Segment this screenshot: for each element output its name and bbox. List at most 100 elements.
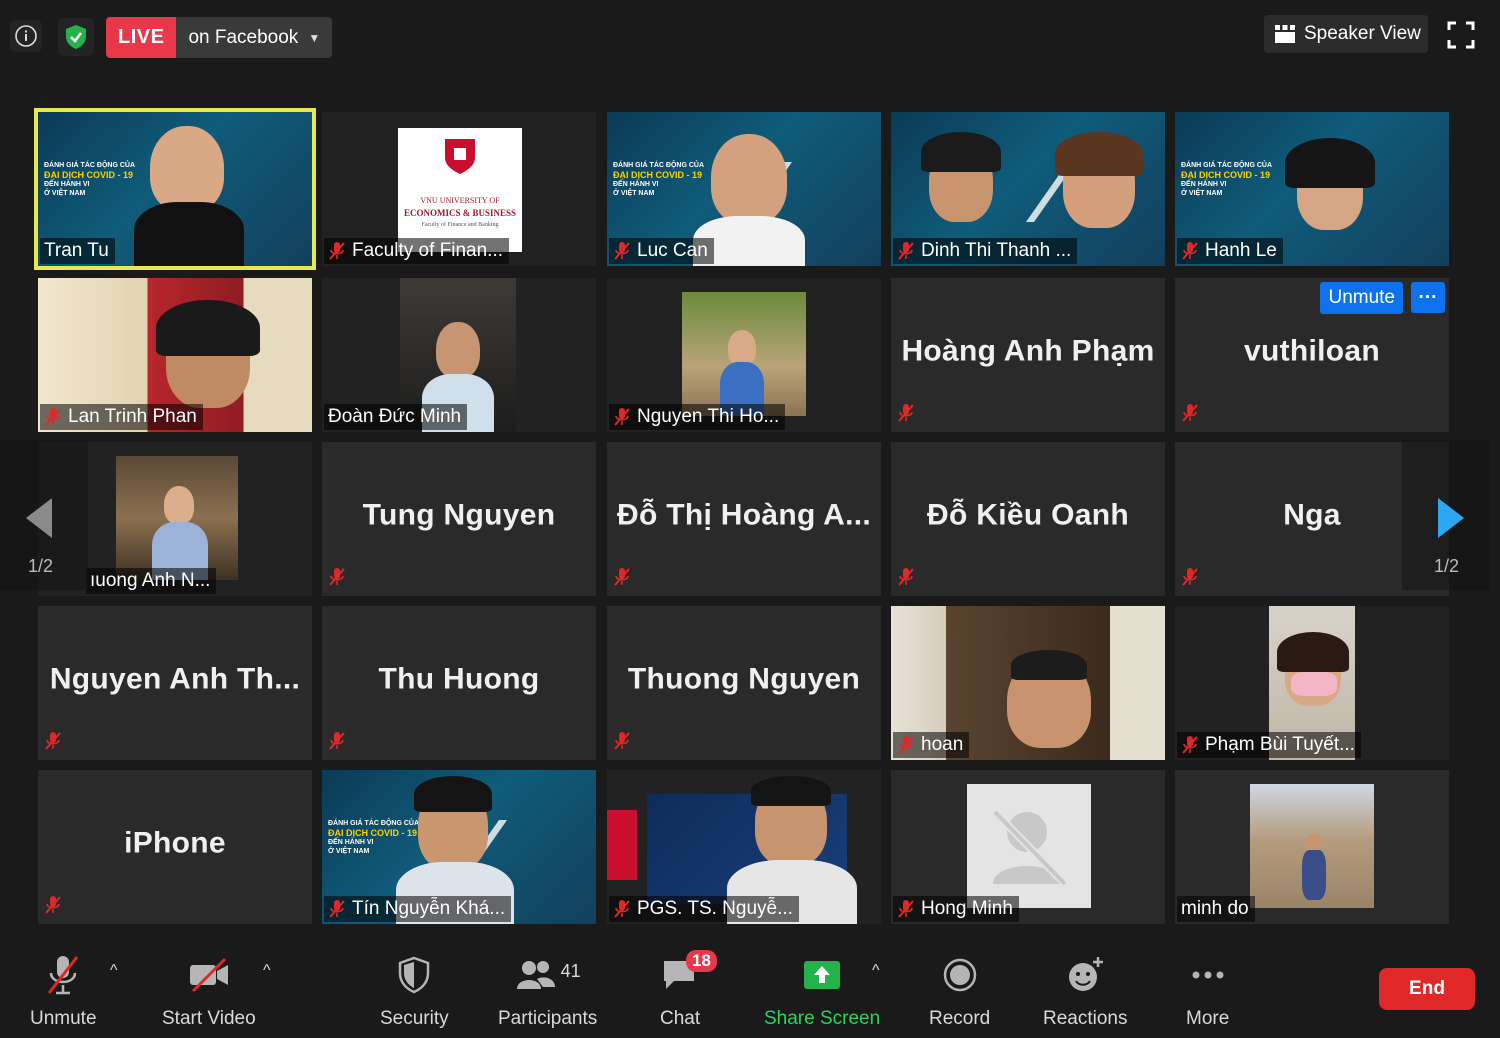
participant-name: Phạm Bùi Tuyết... (1177, 732, 1361, 758)
participant-tile[interactable]: Unmute ··· vuthiloan (1175, 278, 1449, 432)
participant-tile[interactable]: Phạm Bùi Tuyết... (1175, 606, 1449, 760)
fullscreen-button[interactable] (1446, 20, 1476, 50)
participant-tile[interactable]: ĐÁNH GIÁ TÁC ĐỘNG CỦA ĐẠI DỊCH COVID - 19… (607, 112, 881, 266)
meeting-toolbar: Unmute ^ Start Video ^ Security 41 Parti… (0, 940, 1500, 1038)
end-meeting-button[interactable]: End (1379, 968, 1475, 1010)
share-screen-button[interactable]: Share Screen (764, 952, 880, 1030)
speaker-view-button[interactable]: Speaker View (1264, 15, 1428, 53)
participant-name: hoan (893, 732, 970, 758)
video-off-icon (189, 957, 228, 993)
event-banner: ĐÁNH GIÁ TÁC ĐỘNG CỦA ĐẠI DỊCH COVID - 19… (44, 162, 135, 197)
participant-grid: ĐÁNH GIÁ TÁC ĐỘNG CỦA ĐẠI DỊCH COVID - 19… (34, 108, 1450, 924)
participant-tile[interactable]: Thuong Nguyen (607, 606, 881, 760)
participant-tile[interactable]: ĐÁNH GIÁ TÁC ĐỘNG CỦA ĐẠI DỊCH COVID - 19… (1175, 112, 1449, 266)
participant-tile[interactable]: Đỗ Thị Hoàng A... (607, 442, 881, 596)
participant-tile[interactable]: Thu Huong (322, 606, 596, 760)
participant-tile[interactable]: iPhone (38, 770, 312, 924)
muted-mic-icon (614, 242, 630, 260)
share-screen-icon (804, 961, 841, 989)
participant-display-name: Nguyen Anh Th... (49, 662, 301, 696)
participant-tile[interactable]: hoan (891, 606, 1165, 760)
page-indicator-right: 1/2 (1434, 556, 1460, 576)
muted-mic-icon (1181, 403, 1199, 428)
participant-display-name: Tung Nguyen (362, 498, 556, 532)
participant-tile[interactable]: Nguyen Anh Th... (38, 606, 312, 760)
muted-mic-icon (1182, 736, 1198, 754)
participant-name: Luc Can (609, 238, 714, 264)
participant-name: minh do (1177, 896, 1255, 922)
event-banner: ĐÁNH GIÁ TÁC ĐỘNG CỦA ĐẠI DỊCH COVID - 19… (613, 162, 704, 197)
audio-options-caret[interactable]: ^ (110, 962, 118, 980)
tile-unmute-button[interactable]: Unmute (1320, 282, 1403, 314)
university-shield-icon (445, 139, 475, 174)
live-platform-label: on Facebook (188, 26, 299, 48)
participant-name: ıuong Anh N... (86, 568, 217, 594)
hidden-user-icon (992, 809, 1068, 887)
muted-mic-icon (897, 403, 915, 428)
smiley-plus-icon (1069, 957, 1104, 991)
speaker-view-icon (1275, 25, 1295, 43)
faculty-logo: VNU UNIVERSITY OF ECONOMICS & BUSINESS F… (398, 128, 522, 252)
security-shield-icon (399, 956, 430, 994)
muted-mic-icon (898, 242, 914, 260)
participant-name: Lan Trinh Phan (40, 404, 203, 430)
arrow-left-icon (26, 498, 52, 538)
unmute-button[interactable]: Unmute (30, 952, 97, 1030)
participant-name: Dinh Thi Thanh ... (893, 238, 1078, 264)
live-badge: LIVE (106, 17, 177, 58)
participant-name: Faculty of Finan... (324, 238, 510, 264)
live-platform-dropdown[interactable]: on Facebook ▼ (176, 17, 333, 58)
meeting-info-button[interactable] (10, 20, 42, 52)
record-button[interactable]: Record (929, 952, 990, 1030)
participant-name: Nguyen Thi Ho... (609, 404, 786, 430)
participant-tile[interactable]: Lan Trinh Phan (38, 278, 312, 432)
participant-tile[interactable]: PGS. TS. Nguyễ... (607, 770, 881, 924)
meeting-top-bar: LIVE on Facebook ▼ Speaker View (0, 0, 1500, 78)
participant-tile[interactable]: Đoàn Đức Minh (322, 278, 596, 432)
info-icon (15, 25, 37, 47)
muted-mic-icon (614, 408, 630, 426)
participant-tile[interactable]: VNU UNIVERSITY OF ECONOMICS & BUSINESS F… (322, 112, 596, 266)
muted-mic-icon (613, 731, 631, 756)
participant-tile[interactable]: Đỗ Kiều Oanh (891, 442, 1165, 596)
muted-mic-icon (1182, 242, 1198, 260)
participant-tile[interactable]: ĐÁNH GIÁ TÁC ĐỘNG CỦA ĐẠI DỊCH COVID - 19… (34, 108, 316, 270)
participant-display-name: Đỗ Kiều Oanh (927, 498, 1129, 532)
event-banner: ĐÁNH GIÁ TÁC ĐỘNG CỦA ĐẠI DỊCH COVID - 19… (328, 820, 419, 855)
participant-tile[interactable]: Nguyen Thi Ho... (607, 278, 881, 432)
start-video-button[interactable]: Start Video (162, 952, 256, 1030)
participant-tile[interactable]: ĐÁNH GIÁ TÁC ĐỘNG CỦA ĐẠI DỊCH COVID - 19… (322, 770, 596, 924)
participants-icon (516, 961, 555, 989)
participant-tile[interactable]: Tung Nguyen (322, 442, 596, 596)
default-avatar (967, 784, 1091, 908)
participant-display-name: Hoàng Anh Phạm (901, 334, 1155, 368)
tile-more-button[interactable]: ··· (1411, 282, 1445, 313)
reactions-button[interactable]: Reactions (1043, 952, 1128, 1030)
muted-mic-icon (328, 567, 346, 592)
security-button[interactable]: Security (380, 952, 449, 1030)
speaker-view-label: Speaker View (1304, 23, 1421, 44)
participant-display-name: Thuong Nguyen (627, 662, 861, 696)
participant-name: Tín Nguyễn Khá... (324, 896, 512, 922)
participant-tile[interactable]: minh do (1175, 770, 1449, 924)
participant-tile[interactable]: Dinh Thi Thanh ... (891, 112, 1165, 266)
more-button[interactable]: More (1186, 952, 1229, 1030)
participant-display-name: Đỗ Thị Hoàng A... (617, 498, 871, 532)
video-options-caret[interactable]: ^ (263, 962, 271, 980)
participant-tile[interactable]: Hong Minh (891, 770, 1165, 924)
participants-button[interactable]: 41 Participants (498, 952, 597, 1030)
participant-name: Hanh Le (1177, 238, 1283, 264)
participant-name: Đoàn Đức Minh (324, 404, 468, 430)
muted-mic-icon (898, 736, 914, 754)
muted-mic-icon (1181, 567, 1199, 592)
participant-tile[interactable]: Hoàng Anh Phạm (891, 278, 1165, 432)
shield-check-icon (66, 25, 86, 49)
page-indicator-left: 1/2 (28, 556, 54, 576)
participant-display-name: iPhone (124, 826, 226, 860)
live-stream-indicator[interactable]: LIVE on Facebook ▼ (106, 17, 333, 58)
participants-count: 41 (560, 960, 581, 981)
muted-mic-icon (329, 242, 345, 260)
share-options-caret[interactable]: ^ (872, 962, 880, 980)
encryption-button[interactable] (58, 18, 94, 56)
muted-mic-icon (45, 408, 61, 426)
